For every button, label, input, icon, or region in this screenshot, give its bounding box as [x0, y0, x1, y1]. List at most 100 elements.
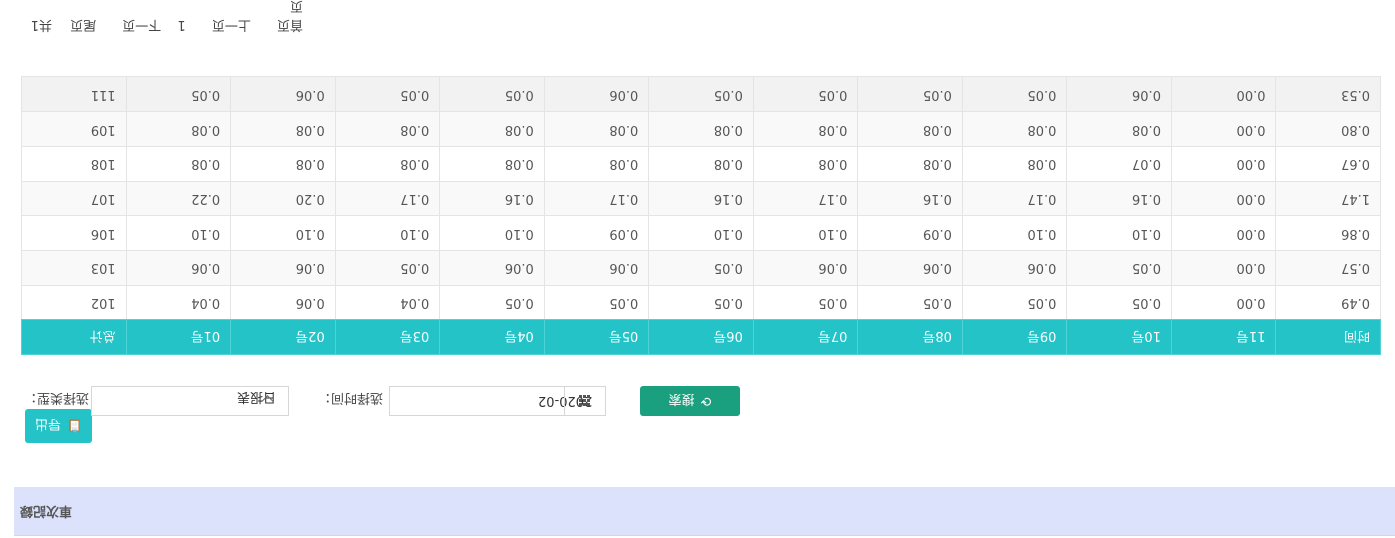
table-cell: 0.08 [1066, 111, 1172, 147]
table-cell: 0.05 [126, 77, 231, 112]
table-cell: 0.08 [544, 111, 649, 147]
pager-first-link[interactable]: 首页 [277, 17, 303, 32]
table-cell: 0.80 [1275, 111, 1381, 147]
table-cell: 103 [21, 250, 127, 286]
table-cell: 0.05 [648, 77, 754, 112]
table-header-row: 时间 11号 10号 09号 08号 07号 06号 05号 04号 03号 0… [21, 319, 1381, 355]
screen: 車次記録 📋 导出 选择类型： 日报表 选择时间： 2020-02 ⟳ 搜索 时… [0, 0, 1395, 538]
title-bar: 車次記録 [14, 487, 1395, 536]
table-cell: 0.53 [1275, 77, 1381, 112]
table-cell: 0.08 [544, 146, 649, 182]
table-row: 0.67 0.00 0.07 0.08 0.08 0.08 0.08 0.08 … [21, 146, 1381, 182]
pagination: 首页 上一页 1 下一页 尾页 共1页 [14, 0, 303, 36]
table-cell: 0.06 [544, 250, 649, 286]
table-cell: 0.08 [857, 146, 963, 182]
table-cell: 0.06 [1066, 77, 1172, 112]
header-cell: 04号 [439, 319, 545, 355]
header-cell: 总计 [21, 319, 127, 355]
table-cell: 0.06 [230, 285, 336, 320]
table-cell: 0.08 [753, 111, 858, 147]
table-cell: 0.05 [439, 77, 545, 112]
table-cell: 0.10 [230, 215, 336, 251]
pager-prev-link[interactable]: 上一页 [212, 17, 251, 32]
header-cell: 03号 [335, 319, 440, 355]
table-cell: 0.10 [335, 215, 440, 251]
table-cell: 0.00 [1171, 181, 1276, 216]
export-label: 导出 [35, 417, 62, 433]
table-cell: 108 [21, 146, 127, 182]
table-cell: 0.16 [857, 181, 963, 216]
table-cell: 0.08 [126, 111, 231, 147]
table-cell: 0.16 [1066, 181, 1172, 216]
table-cell: 0.05 [753, 77, 858, 112]
table-cell: 0.10 [439, 215, 545, 251]
table-cell: 0.05 [335, 250, 440, 286]
date-label: 选择时间： [317, 390, 383, 405]
table-cell: 0.05 [439, 285, 545, 320]
table-cell: 0.08 [230, 146, 336, 182]
search-label: 搜索 [668, 392, 695, 408]
table-cell: 0.08 [439, 146, 545, 182]
table-cell: 0.08 [335, 111, 440, 147]
table-cell: 0.00 [1171, 285, 1276, 320]
pager-next-link[interactable]: 下一页 [122, 17, 161, 32]
table-cell: 102 [21, 285, 127, 320]
table-row: 0.86 0.00 0.10 0.10 0.09 0.10 0.10 0.09 … [21, 215, 1381, 251]
table-cell: 0.17 [544, 181, 649, 216]
table-cell: 0.05 [1066, 285, 1172, 320]
table-cell: 0.06 [857, 250, 963, 286]
table-cell: 0.06 [439, 250, 545, 286]
table-cell: 0.08 [648, 146, 754, 182]
header-cell: 05号 [544, 319, 649, 355]
data-table: 时间 11号 10号 09号 08号 07号 06号 05号 04号 03号 0… [21, 77, 1381, 356]
table-cell: 0.08 [230, 111, 336, 147]
table-cell: 0.08 [753, 146, 858, 182]
date-input[interactable]: 2020-02 [389, 386, 606, 416]
table-cell: 0.05 [857, 285, 963, 320]
table-row: 0.57 0.00 0.05 0.06 0.06 0.06 0.05 0.06 … [21, 250, 1381, 286]
header-cell: 11号 [1171, 319, 1276, 355]
type-label: 选择类型： [23, 390, 89, 405]
type-select[interactable]: 日报表 [91, 386, 289, 416]
table-cell: 0.17 [962, 181, 1067, 216]
table-cell: 0.08 [335, 146, 440, 182]
pager-last-link[interactable]: 尾页 [70, 17, 96, 32]
table-cell: 0.06 [962, 250, 1067, 286]
table-cell: 0.49 [1275, 285, 1381, 320]
export-icon: 📋 [67, 419, 82, 433]
table-cell: 0.05 [335, 77, 440, 112]
table-row: 0.80 0.00 0.08 0.08 0.08 0.08 0.08 0.08 … [21, 111, 1381, 147]
table-cell: 0.16 [439, 181, 545, 216]
table-cell: 0.00 [1171, 250, 1276, 286]
header-cell: 时间 [1275, 319, 1381, 355]
page-title: 車次記録 [19, 503, 72, 518]
table-cell: 0.05 [962, 77, 1067, 112]
filter-bar: 选择类型： 日报表 选择时间： 2020-02 ⟳ 搜索 [14, 386, 1395, 416]
table-cell: 0.00 [1171, 215, 1276, 251]
table-cell: 0.04 [335, 285, 440, 320]
header-cell: 01号 [126, 319, 231, 355]
table-cell: 0.08 [962, 146, 1067, 182]
pager-current-page[interactable]: 1 [177, 17, 185, 32]
table-cell: 0.00 [1171, 146, 1276, 182]
table-cell: 0.17 [753, 181, 858, 216]
table-cell: 0.67 [1275, 146, 1381, 182]
table-cell: 0.05 [753, 285, 858, 320]
main-card: 車次記録 📋 导出 选择类型： 日报表 选择时间： 2020-02 ⟳ 搜索 时… [14, 0, 1395, 538]
table-cell: 0.05 [857, 77, 963, 112]
table-cell: 0.00 [1171, 111, 1276, 147]
table-cell: 0.22 [126, 181, 231, 216]
table-cell: 0.10 [962, 215, 1067, 251]
table-cell: 109 [21, 111, 127, 147]
table-cell: 107 [21, 181, 127, 216]
table-cell: 0.10 [753, 215, 858, 251]
table-cell: 0.09 [544, 215, 649, 251]
calendar-icon[interactable] [564, 387, 605, 415]
table-cell: 0.05 [648, 285, 754, 320]
table-cell: 0.06 [230, 250, 336, 286]
table-cell: 0.09 [857, 215, 963, 251]
table-cell: 0.16 [648, 181, 754, 216]
search-button[interactable]: ⟳ 搜索 [640, 386, 740, 416]
table-cell: 1.47 [1275, 181, 1381, 216]
table-cell: 0.57 [1275, 250, 1381, 286]
